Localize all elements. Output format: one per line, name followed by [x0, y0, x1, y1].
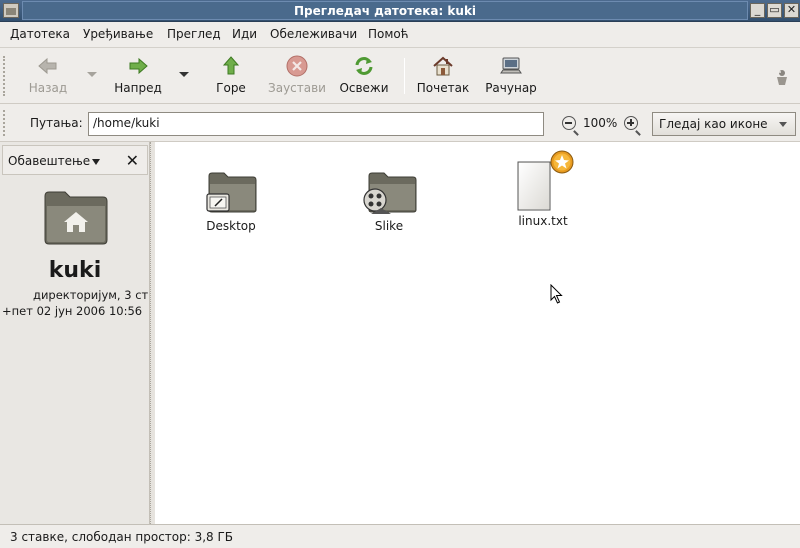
- menu-go[interactable]: Иди: [232, 27, 257, 41]
- minimize-button[interactable]: _: [750, 3, 765, 18]
- forward-button[interactable]: Напред: [113, 54, 163, 95]
- side-folder-name: kuki: [48, 258, 102, 283]
- stop-label: Заустави: [268, 81, 326, 95]
- menu-view[interactable]: Преглед: [167, 27, 221, 41]
- side-pane: Обавештење ✕ kuki директоријум, 3 ст +пе…: [0, 142, 150, 524]
- throbber-icon: [777, 70, 787, 85]
- stop-icon: [286, 55, 308, 77]
- close-side-pane-icon[interactable]: ✕: [126, 151, 139, 170]
- forward-arrow-icon: [129, 57, 148, 75]
- side-pane-selector[interactable]: Обавештење: [8, 154, 101, 168]
- up-label: Горе: [216, 81, 246, 95]
- menu-edit[interactable]: Уређивање: [83, 27, 153, 41]
- file-item[interactable]: linux.txt: [511, 150, 575, 228]
- zoom-in-handle: [635, 130, 641, 136]
- location-bar: Путања: /home/kuki 100% Гледај као иконе: [0, 104, 800, 142]
- pictures-folder-icon: [363, 172, 417, 214]
- view-mode-select[interactable]: Гледај као иконе: [652, 112, 796, 136]
- path-label: Путања:: [30, 116, 83, 130]
- file-name: Desktop: [206, 219, 256, 233]
- side-pane-header: Обавештење ✕: [2, 145, 148, 175]
- file-item[interactable]: Desktop: [201, 170, 261, 233]
- zoom-out-icon[interactable]: [562, 116, 576, 130]
- reload-label: Освежи: [339, 81, 389, 95]
- home-button[interactable]: Почетак: [416, 54, 470, 95]
- forward-history-dropdown[interactable]: [179, 72, 189, 77]
- menu-bar: Датотека Уређивање Преглед Иди Обележива…: [0, 22, 800, 48]
- menu-bookmarks[interactable]: Обележивачи: [270, 27, 357, 41]
- toolbar: Назад Напред Горе Заустави Освежи Почета…: [0, 48, 800, 104]
- back-label: Назад: [28, 81, 68, 95]
- forward-label: Напред: [114, 81, 162, 95]
- home-folder-icon: [44, 191, 108, 245]
- computer-label: Рачунар: [485, 81, 537, 95]
- zoom-in-icon[interactable]: [624, 116, 638, 130]
- reload-button[interactable]: Освежи: [337, 54, 391, 95]
- status-bar: 3 ставке, слободан простор: 3,8 ГБ: [0, 524, 800, 548]
- toolbar-separator: [404, 58, 405, 94]
- reload-icon: [355, 57, 373, 75]
- path-input[interactable]: /home/kuki: [88, 112, 544, 136]
- chevron-down-icon: [779, 122, 787, 127]
- up-arrow-icon: [222, 56, 240, 75]
- computer-icon: [500, 57, 522, 74]
- side-folder-date: +пет 02 јун 2006 10:56: [2, 304, 143, 318]
- side-pane-selector-label: Обавештење: [8, 154, 91, 168]
- menu-help[interactable]: Помоћ: [368, 27, 409, 41]
- back-button[interactable]: Назад: [26, 54, 70, 95]
- desktop-folder-icon: [206, 172, 257, 213]
- zoom-out-handle: [573, 130, 579, 136]
- title-bar: Прегледач датотека: kuki _ ▭ ✕: [0, 0, 800, 22]
- maximize-button[interactable]: ▭: [767, 3, 782, 18]
- zoom-level[interactable]: 100%: [583, 116, 617, 130]
- back-arrow-icon: [38, 57, 57, 75]
- computer-button[interactable]: Рачунар: [482, 54, 540, 95]
- dropdown-arrow-icon: [92, 158, 101, 165]
- home-icon: [433, 56, 453, 76]
- home-label: Почетак: [416, 81, 470, 95]
- toolbar-grip[interactable]: [3, 56, 7, 96]
- close-window-button[interactable]: ✕: [784, 3, 799, 18]
- side-folder-info: директоријум, 3 ст: [33, 288, 149, 302]
- menu-file[interactable]: Датотека: [10, 27, 70, 41]
- mouse-cursor-icon: [550, 284, 563, 304]
- up-button[interactable]: Горе: [212, 54, 250, 95]
- text-file-icon: [517, 150, 574, 211]
- status-text: 3 ставке, слободан простор: 3,8 ГБ: [10, 530, 234, 544]
- back-history-dropdown[interactable]: [87, 72, 97, 77]
- window-title: Прегледач датотека: kuki: [22, 1, 748, 20]
- location-grip[interactable]: [3, 110, 7, 136]
- window-menu-icon[interactable]: [3, 3, 19, 18]
- view-mode-value: Гледај као иконе: [659, 117, 768, 131]
- file-name: linux.txt: [518, 214, 568, 228]
- file-name: Slike: [374, 219, 404, 233]
- stop-button[interactable]: Заустави: [266, 54, 328, 95]
- file-item[interactable]: Slike: [359, 170, 419, 233]
- file-icon-view[interactable]: Desktop Slike linux.txt: [155, 142, 800, 524]
